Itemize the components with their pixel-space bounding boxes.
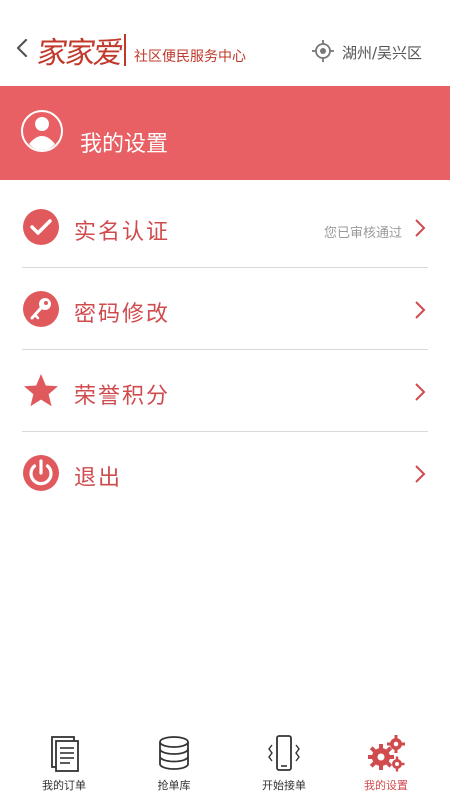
app-subtitle: 社区便民服务中心 xyxy=(134,49,246,65)
key-icon xyxy=(23,291,59,327)
menu-item-logout[interactable]: 退出 xyxy=(0,432,450,514)
menu-item-label: 荣誉积分 xyxy=(74,384,171,409)
tab-start-accepting[interactable]: 开始接单 xyxy=(228,725,340,800)
tab-label: 抢单库 xyxy=(157,779,191,792)
tab-my-orders[interactable]: 我的订单 xyxy=(8,725,120,800)
app-logo: 家家爱 xyxy=(35,36,124,71)
menu-item-label: 退出 xyxy=(74,466,123,491)
settings-banner: 我的设置 xyxy=(0,86,450,180)
document-icon xyxy=(51,736,79,772)
power-icon xyxy=(23,455,59,491)
chevron-right-icon xyxy=(415,219,426,237)
verification-status: 您已审核通过 xyxy=(323,226,402,241)
chevron-right-icon xyxy=(415,383,426,401)
app-header: 家家爱 社区便民服务中心 湖州/吴兴区 xyxy=(0,0,450,86)
check-circle-icon xyxy=(23,209,59,245)
menu-item-label: 实名认证 xyxy=(74,220,171,245)
location-target-icon[interactable] xyxy=(312,40,334,62)
gears-icon xyxy=(368,735,405,772)
tab-label: 我的订单 xyxy=(42,779,86,792)
back-arrow-icon[interactable] xyxy=(12,36,32,60)
tab-label: 我的设置 xyxy=(364,779,408,792)
menu-item-label: 密码修改 xyxy=(74,302,171,327)
user-avatar-icon xyxy=(21,110,63,152)
chevron-right-icon xyxy=(415,465,426,483)
star-icon xyxy=(24,374,58,407)
menu-item-real-name-verification[interactable]: 实名认证 您已审核通过 xyxy=(0,186,450,268)
database-icon xyxy=(159,736,189,770)
bottom-tab-bar: 我的订单 抢单库 开始接单 我的设置 xyxy=(0,725,450,800)
menu-item-honor-points[interactable]: 荣誉积分 xyxy=(0,350,450,432)
tab-label: 开始接单 xyxy=(262,779,306,792)
phone-vibrate-icon xyxy=(268,735,300,771)
location-text[interactable]: 湖州/吴兴区 xyxy=(342,42,422,63)
tab-grab-orders[interactable]: 抢单库 xyxy=(118,725,230,800)
menu-item-change-password[interactable]: 密码修改 xyxy=(0,268,450,350)
tab-my-settings[interactable]: 我的设置 xyxy=(330,725,442,800)
page-title: 我的设置 xyxy=(80,132,169,157)
logo-divider xyxy=(124,34,126,66)
chevron-right-icon xyxy=(415,301,426,319)
